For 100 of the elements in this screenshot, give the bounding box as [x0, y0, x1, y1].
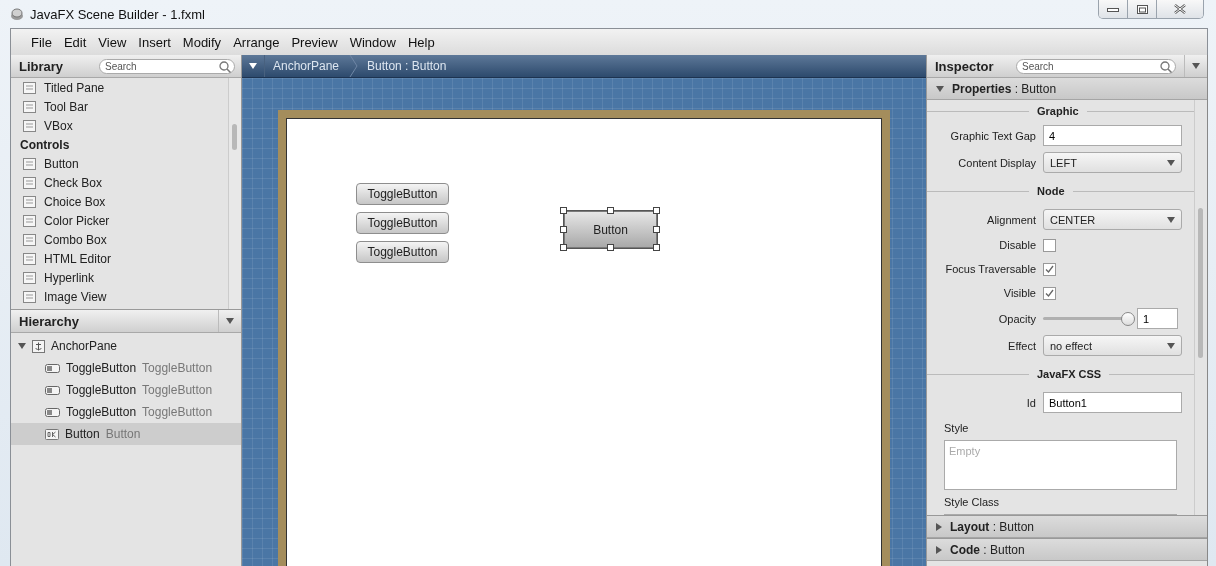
close-button[interactable] [1156, 0, 1203, 18]
section-title: Code : Button [950, 542, 1025, 557]
library-item[interactable]: Image View [44, 289, 107, 304]
menu-item[interactable]: View [92, 34, 133, 50]
menu-item[interactable]: Edit [57, 34, 93, 50]
property-label: Visible [1002, 287, 1036, 299]
library-item[interactable]: Tool Bar [44, 99, 89, 114]
group-heading: Graphic [1037, 105, 1079, 117]
window-title: JavaFX Scene Builder - 1.fxml [30, 6, 206, 22]
group-heading: JavaFX CSS [1037, 368, 1102, 380]
component-icon [23, 176, 36, 189]
section-bar[interactable]: Code : Button [927, 538, 1207, 561]
property-label: Id [1025, 396, 1036, 409]
minimize-button[interactable] [1099, 0, 1127, 18]
check-icon [1045, 265, 1054, 273]
menu-item[interactable]: Insert [132, 34, 177, 50]
tree-item[interactable]: AnchorPane [51, 339, 118, 353]
library-item[interactable]: Check Box [44, 175, 103, 190]
property-label: Content Display [957, 156, 1036, 169]
resize-handle[interactable] [560, 225, 567, 233]
property-label: Effect [1007, 339, 1036, 352]
tree-item-type: ToggleButton [142, 405, 213, 419]
tree-row[interactable]: ToggleButton ToggleButton [11, 379, 241, 401]
style-field[interactable]: Empty [944, 440, 1177, 490]
maximize-button[interactable] [1127, 0, 1156, 18]
search-icon [219, 60, 231, 73]
property-label: Focus Traversable [944, 263, 1036, 275]
dropdown[interactable]: LEFT [1043, 152, 1182, 173]
menu-item[interactable]: Preview [285, 34, 344, 50]
menu-item[interactable]: Help [401, 34, 441, 50]
tree-row[interactable]: ToggleButton ToggleButton [11, 401, 241, 423]
resize-handle[interactable] [560, 207, 567, 214]
search-field[interactable]: Search [99, 58, 235, 74]
anchor-icon [32, 339, 45, 353]
component-icon [23, 233, 36, 246]
menu-item[interactable]: Window [343, 34, 402, 50]
library-item[interactable]: Combo Box [44, 232, 107, 247]
text-field[interactable]: 4 [1043, 125, 1182, 146]
component-icon [23, 119, 36, 132]
resize-handle[interactable] [653, 225, 660, 233]
toggle-button[interactable]: ToggleButton [356, 183, 449, 205]
group-heading: Node [1037, 185, 1065, 197]
scrollbar[interactable] [228, 78, 241, 309]
library-item[interactable]: Color Picker [44, 213, 110, 228]
library-item[interactable]: Titled Pane [44, 80, 105, 95]
slider[interactable] [1043, 311, 1133, 326]
resize-handle[interactable] [560, 244, 567, 251]
button[interactable]: Button [564, 211, 657, 248]
resize-handle[interactable] [606, 244, 614, 251]
search-icon [1160, 60, 1172, 73]
caret-icon [249, 63, 257, 69]
checkbox[interactable] [1043, 262, 1056, 276]
component-icon [23, 252, 36, 265]
section-title: Properties : Button [952, 81, 1057, 96]
section-bar[interactable]: Properties : Button [927, 78, 1207, 100]
search-field[interactable]: Search [1016, 58, 1176, 74]
tree-row[interactable]: Button Button [11, 423, 241, 445]
library-item[interactable]: HTML Editor [44, 251, 111, 266]
menu-item[interactable]: File [25, 34, 58, 50]
slider-thumb[interactable] [1121, 311, 1135, 326]
library-item[interactable]: Hyperlink [44, 270, 94, 285]
anchor-pane[interactable]: ToggleButton ToggleButton ToggleButton Button [278, 110, 890, 566]
breadcrumb-separator-icon [349, 55, 360, 77]
tree-item-type: ToggleButton [142, 361, 213, 375]
resize-handle[interactable] [653, 244, 660, 251]
dropdown[interactable]: CENTER [1043, 209, 1182, 230]
toggle-button[interactable]: ToggleButton [356, 212, 449, 234]
section-bar[interactable]: Layout : Button [927, 515, 1207, 538]
menu-item[interactable]: Arrange [227, 34, 286, 50]
text-field[interactable]: 1 [1137, 308, 1178, 329]
breadcrumb-item[interactable]: AnchorPane [265, 55, 350, 77]
category-heading: Controls [19, 136, 71, 154]
breadcrumb-item[interactable]: Button : Button [359, 55, 457, 77]
checkbox[interactable] [1043, 286, 1056, 300]
library-item[interactable]: VBox [44, 118, 73, 133]
component-icon [23, 100, 36, 113]
panel-title: Inspector [934, 58, 994, 74]
resize-handle[interactable] [606, 207, 614, 214]
dropdown[interactable]: no effect [1043, 335, 1182, 356]
tree-item-label: ToggleButton [66, 383, 137, 397]
component-icon [23, 195, 36, 208]
toggle-component-icon [45, 384, 60, 396]
library-item[interactable]: Choice Box [44, 194, 106, 209]
component-icon [23, 157, 36, 170]
tree-row[interactable]: ToggleButton ToggleButton [11, 357, 241, 379]
component-icon [23, 271, 36, 284]
toggle-component-icon [45, 362, 60, 374]
caret-icon [226, 318, 234, 324]
checkbox[interactable] [1043, 238, 1056, 252]
library-item[interactable]: Button [44, 156, 79, 171]
component-icon [23, 81, 36, 94]
tree-item-type: Button [105, 427, 141, 441]
caret-icon [1192, 63, 1200, 69]
resize-handle[interactable] [653, 207, 660, 214]
app-logo-icon [10, 7, 24, 21]
maximize-icon [1136, 4, 1148, 14]
toggle-component-icon [45, 406, 60, 418]
toggle-button[interactable]: ToggleButton [356, 241, 449, 263]
text-field[interactable]: Button1 [1043, 392, 1182, 413]
menu-item[interactable]: Modify [176, 34, 228, 50]
